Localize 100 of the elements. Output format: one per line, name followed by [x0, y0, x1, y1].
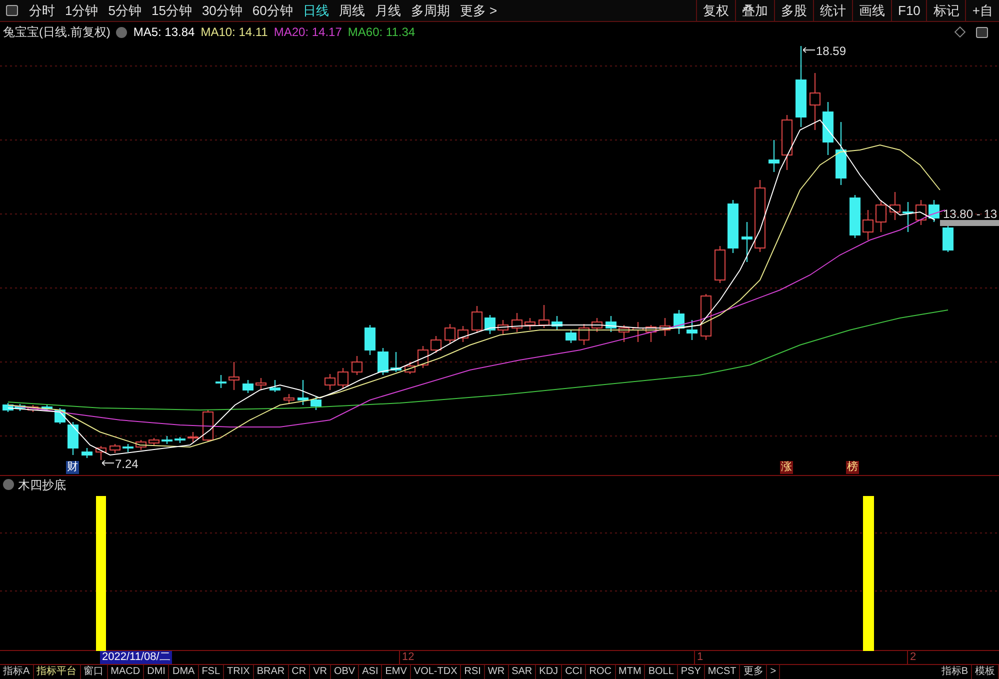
- candlestick: [68, 422, 78, 456]
- indicator-tab[interactable]: ROC: [586, 665, 616, 679]
- candlestick: [876, 200, 886, 232]
- candlestick: [768, 140, 780, 172]
- low-price-label: 7.24: [115, 456, 138, 473]
- period-tab[interactable]: 日线: [298, 0, 334, 21]
- candlestick: [822, 102, 834, 156]
- indicator-tab[interactable]: MTM: [616, 665, 646, 679]
- toolbar-button[interactable]: 叠加: [735, 0, 774, 21]
- price-marker-bar: [940, 220, 999, 226]
- toolbar-button[interactable]: F10: [891, 0, 926, 21]
- indicator-tab[interactable]: CCI: [562, 665, 586, 679]
- indicator-tab[interactable]: WR: [484, 665, 509, 679]
- candlestick: [2, 402, 14, 412]
- indicator-tab[interactable]: VOL-TDX: [410, 665, 462, 679]
- candlestick: [566, 330, 576, 344]
- date-axis-label: 12: [399, 651, 414, 664]
- candlestick: [42, 404, 52, 412]
- moving-average-value: MA10: 14.11: [200, 24, 268, 41]
- panel-toggle-icon[interactable]: [976, 26, 988, 38]
- moving-average-value: MA5: 13.84: [133, 24, 195, 41]
- period-tab[interactable]: 更多 >: [454, 0, 502, 21]
- period-tab[interactable]: 1分钟: [60, 0, 104, 21]
- period-tab[interactable]: 月线: [370, 0, 406, 21]
- indicator-tab[interactable]: TRIX: [224, 665, 254, 679]
- panel-toggle-icon[interactable]: [6, 5, 18, 16]
- candlestick: [538, 304, 550, 328]
- candlestick: [700, 294, 712, 340]
- candlestick: [82, 448, 92, 458]
- period-tab[interactable]: 5分钟: [103, 0, 146, 21]
- event-badge[interactable]: 涨: [780, 461, 793, 474]
- moving-average-value: MA20: 14.17: [274, 24, 342, 41]
- candlestick: [390, 352, 402, 372]
- candlestick: [110, 444, 120, 454]
- candlestick: [686, 320, 698, 340]
- candlestick: [632, 322, 644, 342]
- indicator-tab[interactable]: BOLL: [645, 665, 678, 679]
- indicator-tab[interactable]: 窗口: [80, 665, 108, 679]
- toolbar-button[interactable]: 多股: [774, 0, 813, 21]
- toolbar-button[interactable]: 画线: [852, 0, 891, 21]
- candlestick: [890, 192, 900, 220]
- candlestick: [404, 362, 416, 374]
- indicator-tab[interactable]: SAR: [508, 665, 536, 679]
- indicator-tab[interactable]: DMA: [169, 665, 199, 679]
- indicator-tab[interactable]: OBV: [330, 665, 360, 679]
- period-tab[interactable]: 多周期: [406, 0, 455, 21]
- candlestick: [512, 312, 522, 332]
- candlestick: [928, 200, 940, 222]
- toolbar-button[interactable]: 标记: [926, 0, 966, 21]
- indicator-tab[interactable]: EMV: [382, 665, 411, 679]
- toolbar-button[interactable]: 复权: [696, 0, 735, 21]
- candlestick: [174, 436, 186, 444]
- indicator-tab[interactable]: RSI: [461, 665, 485, 679]
- toolbar-button[interactable]: +自: [965, 0, 999, 21]
- indicator-tab[interactable]: 更多: [740, 665, 768, 679]
- candlestick: [364, 324, 376, 356]
- indicator-tab[interactable]: 模板: [972, 665, 999, 679]
- candlestick: [242, 380, 254, 394]
- current-price-label: 13.80 - 13: [943, 206, 998, 223]
- indicator-tab[interactable]: >: [767, 665, 780, 679]
- indicator-tab[interactable]: DMI: [144, 665, 170, 679]
- indicator-tab[interactable]: 指标A: [0, 665, 34, 679]
- indicator-tab[interactable]: KDJ: [536, 665, 562, 679]
- moving-average-value: MA60: 11.34: [348, 24, 416, 41]
- period-tab[interactable]: 60分钟: [247, 0, 298, 21]
- indicator-tab[interactable]: FSL: [198, 665, 224, 679]
- candlestick: [270, 380, 280, 392]
- arrow-icon: [102, 460, 114, 466]
- period-tab[interactable]: 30分钟: [196, 0, 248, 21]
- candlestick: [498, 320, 508, 336]
- indicator-tab[interactable]: VR: [310, 665, 331, 679]
- candlestick: [298, 380, 308, 406]
- indicator-tab[interactable]: CR: [288, 665, 310, 679]
- arrow-icon: [803, 47, 815, 53]
- candlestick: [606, 316, 616, 332]
- candlestick: [28, 404, 38, 412]
- candlestick: [484, 314, 496, 334]
- event-badge[interactable]: 榜: [846, 461, 859, 474]
- indicator-tab[interactable]: BRAR: [254, 665, 289, 679]
- indicator-tab[interactable]: MACD: [108, 665, 144, 679]
- candlestick: [310, 396, 322, 410]
- candlestick: [742, 222, 752, 262]
- dropdown-icon[interactable]: [116, 26, 128, 38]
- indicator-tab[interactable]: PSY: [678, 665, 705, 679]
- candlestick: [418, 346, 428, 368]
- dropdown-icon[interactable]: [3, 479, 14, 490]
- event-badge[interactable]: 财: [66, 461, 79, 474]
- indicator-tab[interactable]: 指标B: [938, 665, 972, 679]
- date-axis-label: 1: [694, 651, 704, 664]
- candlestick: [202, 410, 214, 442]
- indicator-tab[interactable]: MCST: [704, 665, 740, 679]
- candlestick: [916, 200, 926, 226]
- period-tab[interactable]: 分时: [24, 0, 60, 21]
- period-tab[interactable]: 15分钟: [146, 0, 197, 21]
- period-tab[interactable]: 周线: [334, 0, 370, 21]
- toolbar-button[interactable]: 统计: [813, 0, 852, 21]
- candlestick: [836, 122, 846, 186]
- indicator-tab[interactable]: 指标平台: [34, 665, 81, 679]
- candlestick: [216, 374, 226, 388]
- indicator-tab[interactable]: ASI: [359, 665, 382, 679]
